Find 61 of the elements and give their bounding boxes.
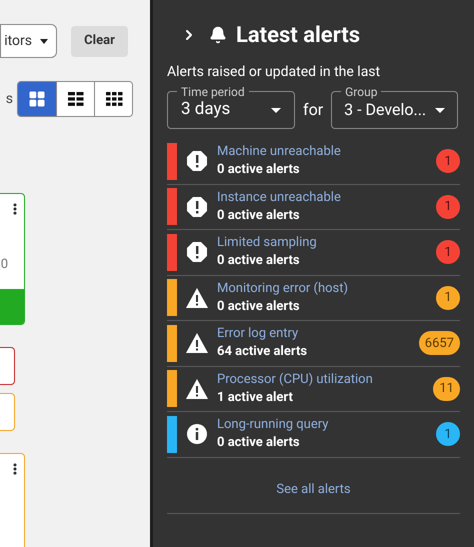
grid-icon [28,90,46,108]
alert-row[interactable]: Error log entry 64 active alerts 6657 [167,321,460,366]
severity-bar [167,234,177,271]
count-badge: 1 [436,149,460,174]
see-all-link[interactable]: See all alerts [276,480,351,499]
alert-row[interactable]: Limited sampling 0 active alerts 1 [167,230,460,276]
alert-row[interactable]: Processor (CPU) utilization 1 active alert 11 [167,366,460,412]
alert-row[interactable]: Monitoring error (host) 0 active alerts 1 [167,276,460,321]
alert-row[interactable]: Machine unreachable 0 active alerts 1 [167,139,460,184]
count-badge: 6657 [418,331,460,356]
panel-title: Latest alerts [236,22,360,50]
severity-bar [167,279,177,316]
view-toggle[interactable] [56,82,94,116]
severity-bar [167,142,177,180]
alert-name[interactable]: Limited sampling [217,234,436,252]
subtitle: Alerts raised or updated in the last [167,63,382,82]
active-count: 1 active alert [217,388,294,407]
alert-name[interactable]: Instance unreachable [217,188,436,207]
active-count: 0 active alerts [217,434,301,452]
active-count: 0 active alerts [217,206,301,225]
alert-name[interactable]: Processor (CPU) utilization [217,370,434,389]
count-badge: 1 [436,240,460,264]
active-count: 64 active alerts [217,343,308,362]
severity-bar [167,324,177,362]
monitor-card[interactable]: 0 [0,193,25,325]
active-count: 0 active alerts [217,161,301,180]
active-count: 0 active alerts [217,298,301,316]
info-icon [186,423,208,446]
warning-icon [185,286,209,309]
severity-bar [167,188,177,226]
alert-name[interactable]: Monitoring error (host) [217,280,436,298]
alert-row[interactable]: Long-running query 0 active alerts 1 [167,412,460,458]
card-text: 0 [0,256,8,274]
severity-bar [167,370,177,408]
alert-row[interactable]: Instance unreachable 0 active alerts 1 [167,184,460,230]
count-badge: 1 [436,422,460,446]
clear-button[interactable]: Clear [71,26,128,56]
list-icon [66,91,84,107]
caret-icon [271,108,281,112]
active-count: 0 active alerts [217,252,301,270]
bell-icon [209,26,227,44]
view-label: s [4,90,13,108]
view-toggle[interactable] [94,82,132,116]
count-badge: 11 [433,376,460,401]
alert-name[interactable]: Error log entry [217,325,419,344]
alert-name[interactable]: Long-running query [217,416,436,434]
caret-icon [435,108,446,112]
alert-name[interactable]: Machine unreachable [217,143,436,162]
monitors-dropdown[interactable]: itors [0,24,57,58]
count-badge: 1 [436,286,460,310]
view-toggle[interactable] [18,82,56,116]
exclamation-icon [186,241,208,264]
count-badge: 1 [436,194,460,219]
severity-bar [167,416,177,453]
exclamation-icon [186,150,208,172]
exclamation-icon [186,196,208,218]
caret-icon [40,38,48,44]
list-icon [104,91,122,107]
connector-text: for [303,99,324,121]
warning-icon [185,332,209,354]
warning-icon [185,378,209,400]
